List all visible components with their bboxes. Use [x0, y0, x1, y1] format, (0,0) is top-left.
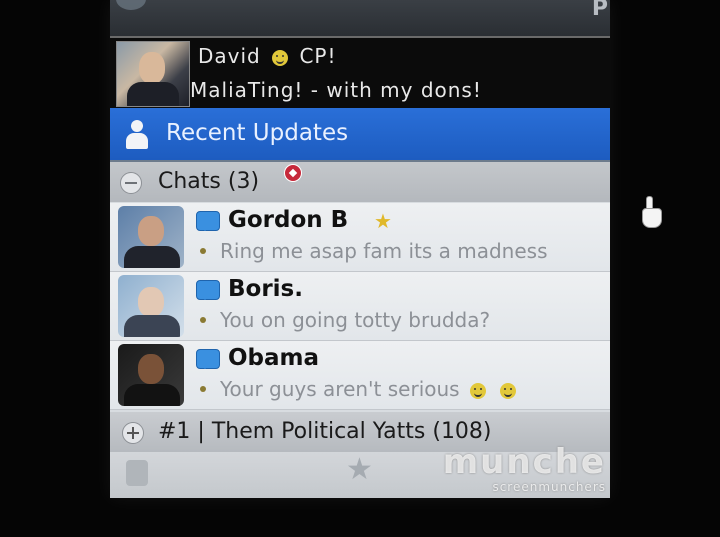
watermark-title: munche: [442, 442, 606, 482]
message-dot-icon: [200, 248, 206, 254]
chat-row[interactable]: Obama Your guys aren't serious: [110, 341, 610, 410]
avatar-suit: [127, 82, 179, 106]
watermark-subtitle: screenmunchers: [492, 480, 606, 494]
smiley-icon: [500, 382, 517, 399]
expand-icon[interactable]: [122, 422, 144, 444]
chats-group-header[interactable]: Chats (3): [110, 162, 610, 202]
chat-row[interactable]: Boris. You on going totty brudda?: [110, 272, 610, 341]
contact-avatar: [118, 206, 184, 268]
contact-avatar: [118, 344, 184, 406]
last-message-text: Your guys aren't serious: [220, 377, 460, 401]
contact-avatar: [118, 275, 184, 337]
group-label: #1 | Them Political Yatts (108): [158, 419, 492, 444]
profile-name-first: David: [198, 44, 261, 68]
chat-bubble-icon: [196, 349, 220, 369]
smiley-icon: [272, 49, 289, 66]
profile-name: David CP!: [198, 44, 337, 68]
menu-icon[interactable]: [126, 460, 148, 486]
person-icon: [122, 118, 152, 150]
avatar-face: [139, 52, 165, 84]
contact-name: Obama: [228, 345, 320, 371]
collapse-icon[interactable]: [120, 172, 142, 194]
app-logo-icon: [116, 0, 146, 10]
favorites-star-icon[interactable]: ★: [346, 452, 373, 487]
chat-row[interactable]: Gordon B ★ Ring me asap fam its a madnes…: [110, 203, 610, 272]
message-dot-icon: [200, 317, 206, 323]
phone-screen: P David CP! MaliaTing! - with my dons! R…: [110, 0, 610, 498]
contact-name: Gordon B: [228, 207, 349, 233]
last-message: Ring me asap fam its a madness: [220, 239, 548, 263]
bottom-bar: ★ munche screenmunchers: [110, 444, 610, 498]
profile-name-rest: CP!: [299, 44, 337, 68]
chat-bubble-icon: [196, 211, 220, 231]
contact-name: Boris.: [228, 276, 303, 302]
profile-status-message[interactable]: MaliaTing! - with my dons!: [190, 78, 482, 102]
last-message: Your guys aren't serious: [220, 377, 520, 401]
chats-header-label: Chats (3): [158, 169, 260, 194]
recent-updates-label: Recent Updates: [166, 120, 349, 146]
message-dot-icon: [200, 386, 206, 392]
notification-icon: [284, 164, 302, 182]
last-message: You on going totty brudda?: [220, 308, 491, 332]
watermark: munche screenmunchers: [443, 444, 606, 494]
avatar[interactable]: [116, 41, 190, 107]
recent-updates-row[interactable]: Recent Updates: [110, 108, 610, 162]
chat-bubble-icon: [196, 280, 220, 300]
star-icon: ★: [374, 209, 392, 233]
my-profile-header[interactable]: David CP! MaliaTing! - with my dons!: [110, 36, 610, 110]
smiley-icon: [469, 382, 486, 399]
top-status-strip: P: [110, 0, 610, 36]
corner-letter: P: [591, 0, 608, 21]
hand-cursor-icon: [640, 196, 662, 228]
